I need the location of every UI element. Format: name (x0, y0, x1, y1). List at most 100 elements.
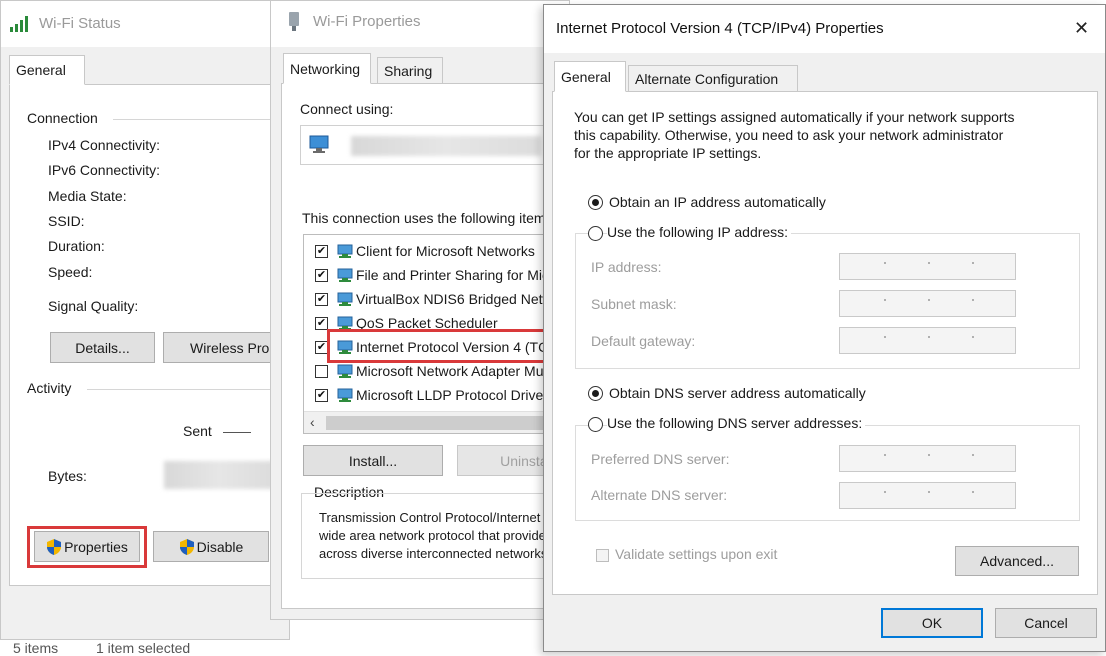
wifi-signal-icon (10, 16, 28, 32)
network-component-icon (336, 388, 353, 402)
subnet-mask-field[interactable] (839, 290, 1016, 317)
use-following-ip-radio[interactable] (588, 226, 603, 241)
chevron-left-icon[interactable]: ‹ (310, 414, 315, 430)
connection-divider (113, 119, 283, 120)
item-label: Client for Microsoft Networks (356, 243, 535, 259)
item-checkbox[interactable]: ✔ (315, 388, 328, 402)
ipv4-properties-dialog: Internet Protocol Version 4 (TCP/IPv4) P… (543, 4, 1106, 652)
description-line-1: Transmission Control Protocol/Internet P… (319, 510, 569, 525)
list-item[interactable]: ✔ File and Printer Sharing for Microsoft … (304, 264, 569, 286)
connect-using-label: Connect using: (300, 101, 394, 117)
wifi-properties-title: Wi-Fi Properties (313, 13, 421, 30)
activity-heading: Activity (27, 380, 72, 396)
advanced-button[interactable]: Advanced... (955, 546, 1079, 576)
field-signal-quality: Signal Quality: (48, 298, 139, 314)
properties-button[interactable]: Properties (34, 531, 140, 562)
horizontal-scrollbar[interactable]: ‹ (304, 411, 569, 433)
item-checkbox[interactable]: ✔ (315, 292, 328, 306)
field-ipv6-connectivity: IPv6 Connectivity: (48, 162, 161, 178)
sent-label: Sent (183, 423, 212, 439)
scrollbar-thumb[interactable] (326, 416, 566, 430)
preferred-dns-label: Preferred DNS server: (591, 451, 730, 467)
properties-label: Properties (64, 538, 128, 555)
network-component-icon (336, 316, 353, 330)
field-duration: Duration: (48, 238, 105, 254)
status-selected: 1 item selected (96, 640, 191, 656)
network-component-icon (336, 340, 353, 354)
obtain-ip-auto-label[interactable]: Obtain an IP address automatically (609, 194, 826, 210)
field-ssid: SSID: (48, 213, 85, 229)
list-item[interactable]: ✔ VirtualBox NDIS6 Bridged Networking Dri… (304, 288, 569, 310)
list-item[interactable]: ✔ Internet Protocol Version 4 (TCP/IPv4) (304, 336, 569, 358)
item-checkbox[interactable]: ✔ (315, 268, 328, 282)
preferred-dns-field[interactable] (839, 445, 1016, 472)
install-button[interactable]: Install... (303, 445, 443, 476)
ok-button[interactable]: OK (881, 608, 983, 638)
ip-address-label: IP address: (591, 259, 662, 275)
shield-icon (179, 538, 194, 555)
intro-line-2: this capability. Otherwise, you need to … (574, 127, 1004, 143)
obtain-ip-auto-radio[interactable] (588, 195, 603, 210)
intro-line-1: You can get IP settings assigned automat… (574, 109, 1015, 125)
network-adapter-icon (309, 135, 329, 153)
tab-sharing[interactable]: Sharing (377, 57, 443, 84)
uses-items-label: This connection uses the following items… (302, 210, 544, 226)
item-checkbox[interactable]: ✔ (315, 316, 328, 330)
shield-icon (47, 538, 62, 555)
tab-networking[interactable]: Networking (283, 53, 371, 84)
use-following-dns-label[interactable]: Use the following DNS server addresses: (607, 415, 866, 431)
tab-alternate-configuration[interactable]: Alternate Configuration (628, 65, 798, 92)
network-adapter-icon (289, 12, 299, 31)
item-label: Microsoft LLDP Protocol Driver (356, 387, 548, 403)
disable-button[interactable]: Disable (153, 531, 269, 562)
ipv4-dialog-title: Internet Protocol Version 4 (TCP/IPv4) P… (556, 20, 884, 37)
wifi-status-window: Wi-Fi Status General Connection IPv4 Con… (0, 0, 290, 640)
items-list[interactable]: ✔ Client for Microsoft Networks ✔ File and … (303, 234, 569, 434)
obtain-dns-auto-radio[interactable] (588, 386, 603, 401)
obtain-dns-auto-label[interactable]: Obtain DNS server address automatically (609, 385, 866, 401)
default-gateway-label: Default gateway: (591, 333, 696, 349)
bytes-value-redacted (164, 461, 274, 489)
field-speed: Speed: (48, 264, 93, 280)
validate-checkbox[interactable] (596, 549, 609, 562)
use-following-dns-radio[interactable] (588, 417, 603, 432)
item-checkbox[interactable]: ✔ (315, 244, 328, 258)
tab-general[interactable]: General (9, 55, 85, 85)
alternate-dns-label: Alternate DNS server: (591, 487, 728, 503)
wifi-properties-window: Wi-Fi Properties Networking Sharing Conn… (270, 0, 570, 620)
description-line-2: wide area network protocol that provides… (319, 528, 569, 543)
list-item[interactable]: Microsoft Network Adapter Multiplexor Pr… (304, 360, 569, 382)
network-component-icon (336, 292, 353, 306)
network-component-icon (336, 364, 353, 378)
alternate-dns-field[interactable] (839, 482, 1016, 509)
use-following-ip-label[interactable]: Use the following IP address: (607, 224, 792, 240)
field-media-state: Media State: (48, 188, 127, 204)
details-button[interactable]: Details... (50, 332, 155, 363)
list-item[interactable]: ✔ Microsoft LLDP Protocol Driver (304, 384, 569, 406)
network-component-icon (336, 268, 353, 282)
field-ipv4-connectivity: IPv4 Connectivity: (48, 137, 161, 153)
tab-ipv4-general[interactable]: General (554, 61, 626, 92)
bytes-label: Bytes: (48, 468, 87, 484)
list-item[interactable]: ✔ QoS Packet Scheduler (304, 312, 569, 334)
activity-divider (87, 389, 283, 390)
item-checkbox[interactable] (315, 364, 328, 378)
status-items-count: 5 items (13, 640, 59, 656)
cancel-button[interactable]: Cancel (995, 608, 1097, 638)
sent-line (223, 432, 251, 433)
default-gateway-field[interactable] (839, 327, 1016, 354)
item-label: VirtualBox NDIS6 Bridged Networking Driv… (356, 291, 569, 307)
close-icon[interactable]: ✕ (1074, 18, 1089, 39)
item-checkbox[interactable]: ✔ (315, 340, 328, 354)
item-label: Microsoft Network Adapter Multiplexor Pr… (356, 363, 569, 379)
item-label: Internet Protocol Version 4 (TCP/IPv4) (356, 339, 569, 355)
list-item[interactable]: ✔ Client for Microsoft Networks (304, 240, 569, 262)
validate-label: Validate settings upon exit (615, 546, 778, 562)
network-component-icon (336, 244, 353, 258)
disable-label: Disable (196, 538, 244, 555)
item-label: File and Printer Sharing for Microsoft N… (356, 267, 569, 283)
ip-address-field[interactable] (839, 253, 1016, 280)
intro-line-3: for the appropriate IP settings. (574, 145, 762, 161)
subnet-mask-label: Subnet mask: (591, 296, 677, 312)
wifi-status-title: Wi-Fi Status (39, 15, 121, 32)
